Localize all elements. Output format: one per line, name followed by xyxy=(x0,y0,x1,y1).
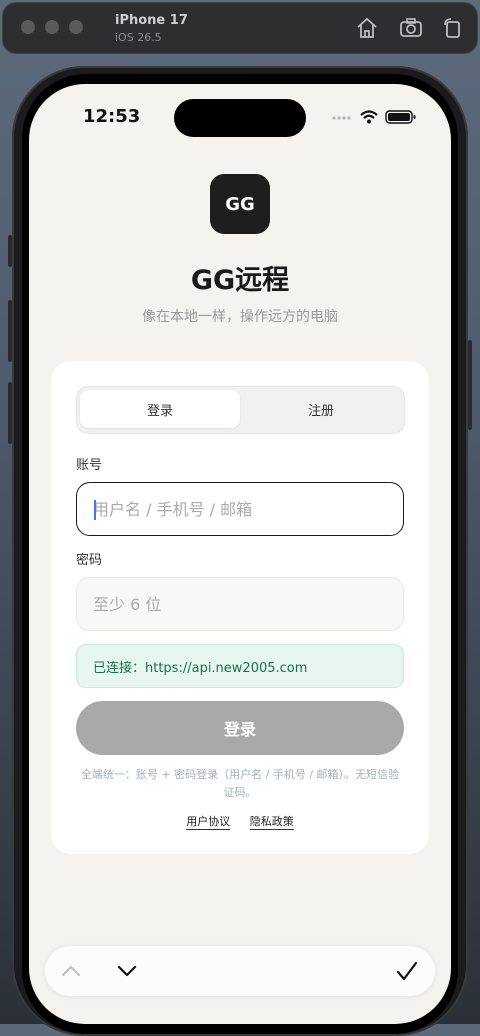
rotate-device-icon[interactable] xyxy=(441,17,465,39)
connection-status-text: 已连接：https://api.new2005.com xyxy=(93,660,308,676)
checkmark-icon[interactable] xyxy=(395,959,419,983)
connection-status-banner: 已连接：https://api.new2005.com xyxy=(76,644,404,688)
wifi-icon xyxy=(360,110,378,124)
cellular-signal-icon xyxy=(332,116,351,120)
simulator-os-version: iOS 26.5 xyxy=(115,31,162,44)
password-input[interactable] xyxy=(76,577,404,631)
terms-link[interactable]: 用户协议 xyxy=(186,815,231,830)
status-time: 12:53 xyxy=(83,106,141,127)
battery-icon xyxy=(385,110,416,124)
text-caret xyxy=(94,500,96,520)
close-window-button[interactable] xyxy=(21,20,35,34)
volume-up-button[interactable] xyxy=(8,300,12,362)
login-hint: 全端统一：账号 + 密码登录（用户名 / 手机号 / 邮箱）。无短信验证码。 xyxy=(80,768,400,799)
password-label: 密码 xyxy=(76,553,103,568)
home-icon[interactable] xyxy=(355,17,379,39)
app-title: GG远程 xyxy=(190,265,290,296)
login-button[interactable]: 登录 xyxy=(76,701,404,755)
legal-links: 用户协议 隐私政策 xyxy=(51,813,429,830)
tab-login[interactable]: 登录 xyxy=(80,390,240,428)
account-label: 账号 xyxy=(76,458,103,473)
action-button[interactable] xyxy=(8,235,12,267)
login-card: 登录 注册 账号 密码 已连接：https://api.new2005.com … xyxy=(51,361,429,854)
app-logo: GG xyxy=(210,174,270,234)
app-subtitle: 像在本地一样，操作远方的电脑 xyxy=(142,309,338,325)
volume-down-button[interactable] xyxy=(8,382,12,444)
privacy-link[interactable]: 隐私政策 xyxy=(249,815,294,830)
chevron-up-icon[interactable] xyxy=(59,959,83,983)
chevron-down-icon[interactable] xyxy=(115,959,139,983)
status-icons xyxy=(331,109,421,125)
keyboard-accessory-bar xyxy=(45,946,435,996)
simulator-toolbar: iPhone 17 iOS 26.5 xyxy=(2,2,478,54)
dynamic-island xyxy=(174,99,306,137)
power-button[interactable] xyxy=(468,340,472,430)
tab-register[interactable]: 注册 xyxy=(241,390,401,428)
screenshot-camera-icon[interactable] xyxy=(399,17,423,39)
minimize-window-button[interactable] xyxy=(45,20,59,34)
phone-screen: 12:53 GG GG远程 像在本地一样，操作远方的电脑 登录 注册 账号 用户… xyxy=(29,84,451,1024)
zoom-window-button[interactable] xyxy=(69,20,83,34)
auth-mode-segmented-control: 登录 注册 xyxy=(76,386,405,434)
simulator-device-name: iPhone 17 xyxy=(115,13,188,28)
account-input[interactable] xyxy=(76,482,404,536)
